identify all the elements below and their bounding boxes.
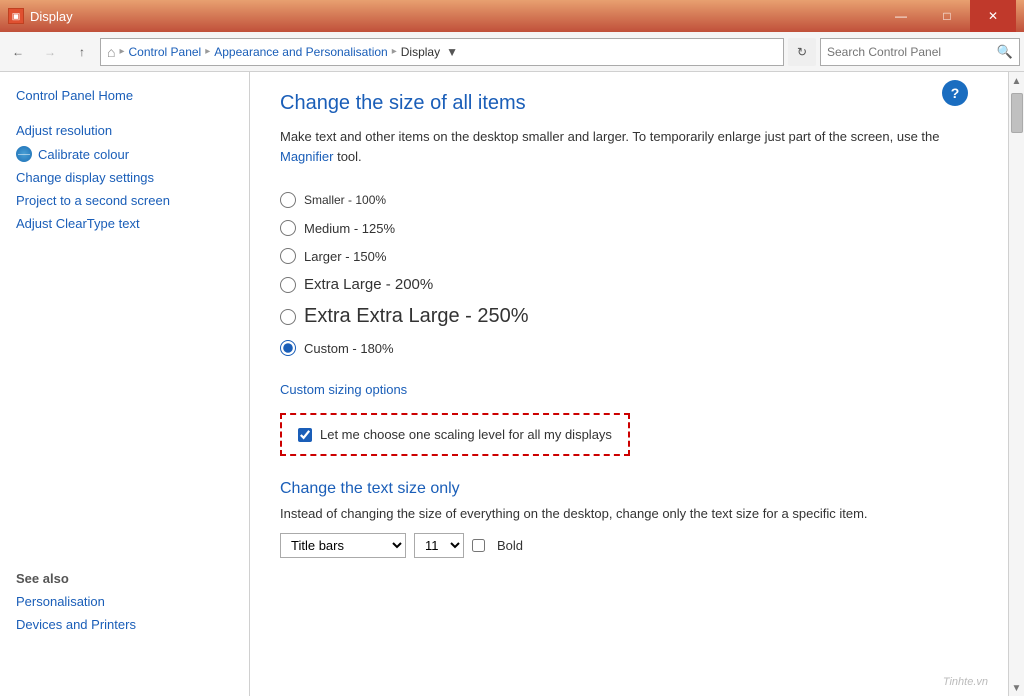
- project-screen-label: Project to a second screen: [16, 193, 170, 208]
- globe-icon: [16, 146, 32, 162]
- title-bar: ▣ Display — □ ✕: [0, 0, 1024, 32]
- minimize-button[interactable]: —: [878, 0, 924, 32]
- adjust-resolution-label: Adjust resolution: [16, 123, 112, 138]
- maximize-button[interactable]: □: [924, 0, 970, 32]
- text-size-section-desc: Instead of changing the size of everythi…: [280, 506, 978, 521]
- address-bar: ← → ↑ ⌂ ▸ Control Panel ▸ Appearance and…: [0, 32, 1024, 72]
- scroll-up-button[interactable]: ▲: [1010, 74, 1024, 89]
- text-size-section-title: Change the text size only: [280, 480, 978, 498]
- devices-label: Devices and Printers: [16, 617, 136, 632]
- change-display-label: Change display settings: [16, 170, 154, 185]
- back-button[interactable]: ←: [4, 38, 32, 66]
- sidebar-home-link[interactable]: Control Panel Home: [0, 82, 249, 109]
- refresh-button[interactable]: ↻: [788, 38, 816, 66]
- sidebar-devices-link[interactable]: Devices and Printers: [0, 613, 250, 636]
- breadcrumb-bar: ⌂ ▸ Control Panel ▸ Appearance and Perso…: [100, 38, 784, 66]
- search-icon[interactable]: 🔍: [997, 44, 1013, 60]
- see-also-label: See also: [0, 551, 250, 590]
- page-title: Change the size of all items: [280, 92, 978, 115]
- calibrate-colour-label: Calibrate colour: [38, 147, 129, 162]
- app-icon: ▣: [8, 8, 24, 24]
- scroll-track[interactable]: [1009, 89, 1024, 681]
- radio-smaller-input[interactable]: [280, 192, 296, 208]
- radio-medium-label: Medium - 125%: [304, 221, 395, 236]
- radio-extra-large[interactable]: Extra Large - 200%: [280, 270, 978, 299]
- radio-medium-input[interactable]: [280, 220, 296, 236]
- breadcrumb-dropdown[interactable]: ▼: [446, 45, 458, 59]
- radio-xxlarge-label: Extra Extra Large - 250%: [304, 305, 529, 328]
- page-description: Make text and other items on the desktop…: [280, 127, 978, 166]
- sidebar-item-cleartype[interactable]: Adjust ClearType text: [0, 212, 249, 235]
- scaling-label: Let me choose one scaling level for all …: [320, 427, 612, 442]
- size-options: Smaller - 100% Medium - 125% Larger - 15…: [280, 186, 978, 362]
- scroll-thumb[interactable]: [1011, 93, 1023, 133]
- radio-smaller-label: Smaller - 100%: [304, 193, 386, 207]
- breadcrumb-display: Display: [401, 45, 440, 59]
- up-button[interactable]: ↑: [68, 38, 96, 66]
- radio-custom[interactable]: Custom - 180%: [280, 334, 978, 362]
- sidebar-personalisation-link[interactable]: Personalisation: [0, 590, 250, 613]
- search-input[interactable]: [827, 45, 997, 59]
- radio-xlarge-input[interactable]: [280, 277, 296, 293]
- help-button[interactable]: ?: [942, 80, 968, 106]
- close-button[interactable]: ✕: [970, 0, 1016, 32]
- breadcrumb-appearance[interactable]: Appearance and Personalisation: [214, 45, 387, 59]
- main-layout: Control Panel Home Adjust resolution Cal…: [0, 72, 1024, 696]
- radio-larger-label: Larger - 150%: [304, 249, 386, 264]
- search-box: 🔍: [820, 38, 1020, 66]
- breadcrumb-control-panel[interactable]: Control Panel: [129, 45, 202, 59]
- sidebar-item-calibrate-colour[interactable]: Calibrate colour: [0, 142, 249, 166]
- cleartype-label: Adjust ClearType text: [16, 216, 140, 231]
- home-icon: ⌂: [107, 44, 115, 60]
- radio-smaller[interactable]: Smaller - 100%: [280, 186, 978, 214]
- custom-sizing-link[interactable]: Custom sizing options: [280, 382, 978, 397]
- scroll-down-button[interactable]: ▼: [1010, 681, 1024, 696]
- text-size-controls: Title bars Menus Message boxes Palette t…: [280, 533, 978, 558]
- window-title: Display: [30, 9, 73, 24]
- scaling-checkbox[interactable]: [298, 428, 312, 442]
- forward-button[interactable]: →: [36, 38, 64, 66]
- radio-larger[interactable]: Larger - 150%: [280, 242, 978, 270]
- radio-larger-input[interactable]: [280, 248, 296, 264]
- scrollbar[interactable]: ▲ ▼: [1008, 72, 1024, 696]
- sidebar: Control Panel Home Adjust resolution Cal…: [0, 72, 250, 696]
- radio-custom-label: Custom - 180%: [304, 341, 394, 356]
- magnifier-link[interactable]: Magnifier: [280, 149, 333, 164]
- bold-label: Bold: [497, 538, 523, 553]
- window-controls: — □ ✕: [878, 0, 1016, 32]
- radio-xlarge-label: Extra Large - 200%: [304, 276, 433, 293]
- text-size-select[interactable]: 8 9 10 11 12 14: [414, 533, 464, 558]
- radio-extra-extra-large[interactable]: Extra Extra Large - 250%: [280, 299, 978, 334]
- text-type-select[interactable]: Title bars Menus Message boxes Palette t…: [280, 533, 406, 558]
- sidebar-item-adjust-resolution[interactable]: Adjust resolution: [0, 119, 249, 142]
- personalisation-label: Personalisation: [16, 594, 105, 609]
- scaling-options-box: Let me choose one scaling level for all …: [280, 413, 630, 456]
- radio-xxlarge-input[interactable]: [280, 309, 296, 325]
- radio-medium[interactable]: Medium - 125%: [280, 214, 978, 242]
- radio-custom-input[interactable]: [280, 340, 296, 356]
- sidebar-item-change-display[interactable]: Change display settings: [0, 166, 249, 189]
- sidebar-item-project-screen[interactable]: Project to a second screen: [0, 189, 249, 212]
- content-area: ? Change the size of all items Make text…: [250, 72, 1008, 696]
- bold-checkbox[interactable]: [472, 539, 485, 552]
- watermark: Tinhte.vn: [943, 676, 988, 688]
